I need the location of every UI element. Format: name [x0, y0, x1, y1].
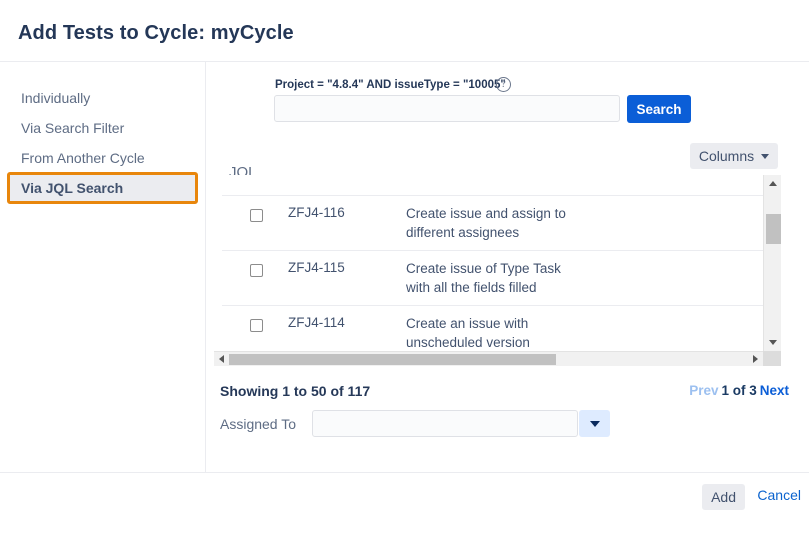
- horizontal-scrollbar-thumb[interactable]: [229, 354, 556, 365]
- vertical-scrollbar[interactable]: [763, 175, 781, 351]
- pagination-prev[interactable]: Prev: [689, 383, 718, 398]
- page-title: Add Tests to Cycle: myCycle: [18, 22, 294, 44]
- pagination-current: 1 of 3: [721, 383, 757, 398]
- issue-key: ZFJ4-115: [288, 260, 345, 275]
- dialog-header: Add Tests to Cycle: myCycle: [0, 0, 809, 62]
- columns-button-label: Columns: [698, 148, 755, 164]
- add-tests-to-cycle-dialog: Add Tests to Cycle: myCycle Individually…: [0, 0, 809, 555]
- vertical-scrollbar-thumb[interactable]: [766, 214, 781, 244]
- table-row[interactable]: ZFJ4-116 Create issue and assign to diff…: [222, 196, 763, 251]
- sidebar: Individually Via Search Filter From Anot…: [0, 62, 205, 472]
- jql-input[interactable]: [274, 95, 620, 122]
- jql-hint-text: Project = "4.8.4" AND issueType = "10005…: [275, 79, 506, 91]
- sidebar-item-from-another-cycle[interactable]: From Another Cycle: [10, 145, 195, 171]
- dialog-body: Individually Via Search Filter From Anot…: [0, 62, 809, 472]
- assigned-to-input[interactable]: [312, 410, 578, 437]
- sidebar-item-individually[interactable]: Individually: [10, 85, 195, 111]
- showing-count: Showing 1 to 50 of 117: [220, 383, 371, 399]
- row-checkbox[interactable]: [250, 209, 263, 222]
- table-row[interactable]: ZFJ4-114 Create an issue with unschedule…: [222, 306, 763, 351]
- scroll-right-arrow-icon[interactable]: [748, 352, 763, 366]
- scrollbar-corner: [763, 351, 781, 366]
- search-button[interactable]: Search: [627, 95, 691, 123]
- row-checkbox[interactable]: [250, 319, 263, 332]
- sidebar-item-via-search-filter[interactable]: Via Search Filter: [10, 115, 195, 141]
- dialog-footer: Add Cancel: [0, 472, 809, 555]
- issue-key: ZFJ4-114: [288, 315, 345, 330]
- question-circle-icon[interactable]: ?: [496, 77, 511, 92]
- pagination: Prev 1 of 3 Next: [689, 383, 789, 398]
- results-table: ZFJ4-116 Create issue and assign to diff…: [214, 175, 781, 366]
- scroll-down-arrow-icon[interactable]: [764, 334, 781, 351]
- issue-summary: Create an issue with unscheduled version: [406, 316, 530, 350]
- scroll-left-arrow-icon[interactable]: [214, 352, 229, 366]
- assigned-to-label: Assigned To: [220, 416, 297, 432]
- jql-search-panel: Project = "4.8.4" AND issueType = "10005…: [206, 62, 809, 472]
- assigned-to-dropdown-button[interactable]: [579, 410, 610, 437]
- scroll-up-arrow-icon[interactable]: [764, 175, 781, 192]
- add-button[interactable]: Add: [702, 484, 745, 510]
- issue-summary: Create issue of Type Task with all the f…: [406, 261, 561, 295]
- row-checkbox[interactable]: [250, 264, 263, 277]
- issue-key: ZFJ4-116: [288, 205, 345, 220]
- chevron-down-icon: [589, 420, 600, 427]
- cancel-button[interactable]: Cancel: [757, 487, 801, 503]
- table-row[interactable]: ZFJ4-115 Create issue of Type Task with …: [222, 251, 763, 306]
- chevron-down-icon: [761, 153, 770, 159]
- pagination-next[interactable]: Next: [760, 383, 789, 398]
- columns-button[interactable]: Columns: [690, 143, 778, 169]
- results-table-viewport: ZFJ4-116 Create issue and assign to diff…: [214, 175, 763, 351]
- table-header-row: [222, 175, 763, 196]
- horizontal-scrollbar[interactable]: [214, 351, 781, 366]
- sidebar-item-via-jql-search[interactable]: Via JQL Search: [10, 175, 195, 201]
- issue-summary: Create issue and assign to different ass…: [406, 206, 566, 240]
